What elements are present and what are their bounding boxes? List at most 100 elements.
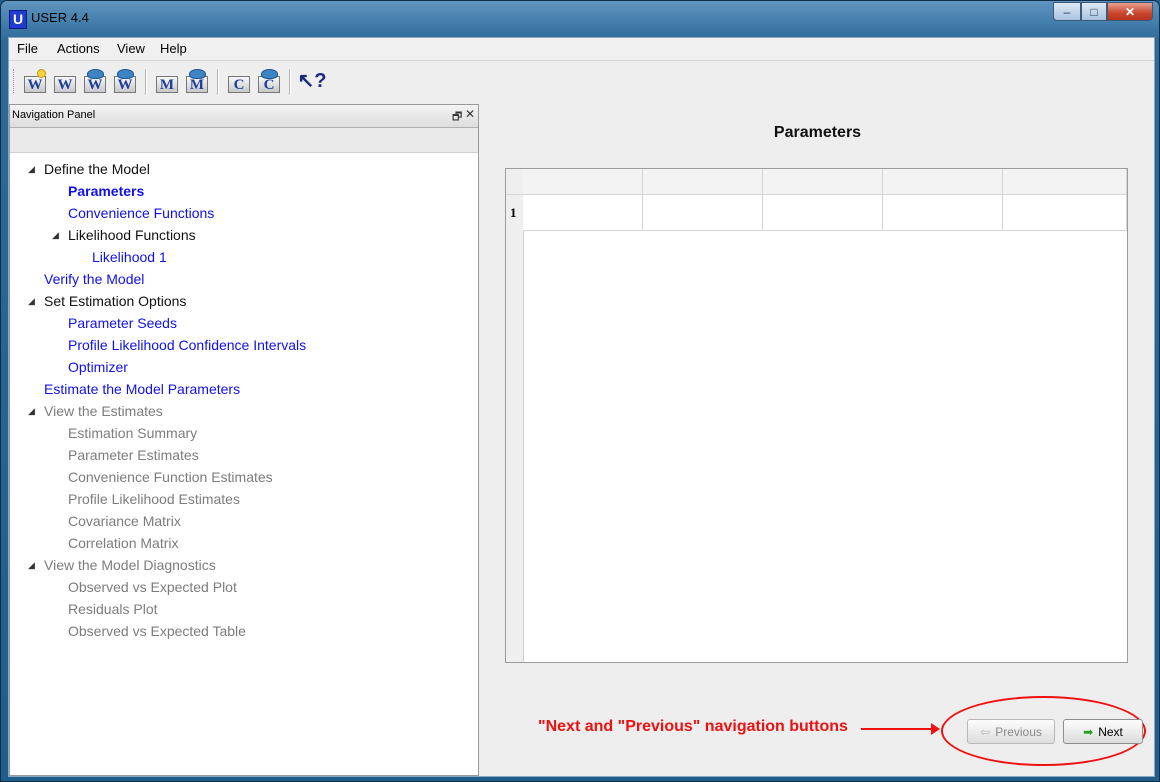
annotation-arrow-head-icon xyxy=(931,723,940,735)
tree-item-profile-likelihood-estimates: Profile Likelihood Estimates xyxy=(68,491,240,507)
previous-button-label: Previous xyxy=(995,724,1042,739)
wizard-letter: W xyxy=(54,76,76,93)
open-folder-icon xyxy=(87,69,104,79)
model-icon[interactable]: M xyxy=(155,69,179,93)
open-model-folder-icon xyxy=(189,69,206,79)
wizard-icon[interactable]: W xyxy=(53,69,77,93)
tree-item-label: Set Estimation Options xyxy=(44,293,187,309)
annotation-arrow-line xyxy=(861,728,937,730)
save-wizard-icon[interactable]: W xyxy=(113,69,137,93)
code-icon[interactable]: C xyxy=(227,69,251,93)
tree-item-view-model-diagnostics[interactable]: ◢ View the Model Diagnostics xyxy=(28,556,216,574)
expand-triangle-icon[interactable]: ◢ xyxy=(28,402,35,420)
navigation-panel-title: Navigation Panel xyxy=(12,109,96,121)
tree-item-label: View the Estimates xyxy=(44,403,163,419)
tree-item-optimizer[interactable]: Optimizer xyxy=(68,358,128,376)
tree-item-correlation-matrix: Correlation Matrix xyxy=(68,535,179,551)
new-wizard-letter: W xyxy=(24,76,46,93)
minimize-button[interactable]: – xyxy=(1053,2,1081,21)
tree-item-observed-vs-expected-table: Observed vs Expected Table xyxy=(68,623,246,639)
open-code-folder-icon xyxy=(261,69,278,79)
row-header-column xyxy=(506,169,524,662)
tree-item-label: Likelihood Functions xyxy=(68,227,196,243)
tree-item-profile-likelihood-ci[interactable]: Profile Likelihood Confidence Intervals xyxy=(68,336,306,354)
toolbar-separator xyxy=(145,69,147,95)
window-controls: – □ ✕ xyxy=(1053,2,1153,22)
left-arrow-icon: ⇦ xyxy=(980,724,991,739)
open-wizard-icon[interactable]: W xyxy=(83,69,107,93)
page-title: Parameters xyxy=(773,124,862,141)
tree-item-label: View the Model Diagnostics xyxy=(44,557,216,573)
tree-item-convenience-function-estimates: Convenience Function Estimates xyxy=(68,469,273,485)
tree-item-likelihood-1[interactable]: Likelihood 1 xyxy=(92,248,167,266)
tree-item-observed-vs-expected-plot: Observed vs Expected Plot xyxy=(68,579,237,595)
tree-item-verify-model[interactable]: Verify the Model xyxy=(44,270,144,288)
table-cell[interactable] xyxy=(763,195,883,231)
tree-item-define-model[interactable]: ◢ Define the Model xyxy=(28,160,150,178)
toolbar-separator xyxy=(289,69,291,95)
toolbar-separator xyxy=(217,69,219,95)
previous-button[interactable]: ⇦ Previous xyxy=(967,719,1055,744)
tree-item-parameter-seeds[interactable]: Parameter Seeds xyxy=(68,314,177,332)
window-title: USER 4.4 xyxy=(31,10,89,25)
tree-item-parameters[interactable]: Parameters xyxy=(68,182,144,200)
app-window: U USER 4.4 – □ ✕ File Actions View Help … xyxy=(0,0,1160,782)
client-area: File Actions View Help W W W W M M C C ↖… xyxy=(8,37,1155,777)
row-number: 1 xyxy=(510,205,517,220)
navigation-panel: Navigation Panel 🗗 ✕ ◢ Define the Model P… xyxy=(9,104,479,776)
app-icon: U xyxy=(9,10,27,29)
maximize-button[interactable]: □ xyxy=(1081,2,1107,21)
navigation-panel-strip xyxy=(10,128,478,153)
right-arrow-icon: ➡ xyxy=(1083,724,1094,739)
tree-item-label: Define the Model xyxy=(44,161,150,177)
expand-triangle-icon[interactable]: ◢ xyxy=(28,292,35,310)
tree-item-estimation-summary: Estimation Summary xyxy=(68,425,198,441)
close-button[interactable]: ✕ xyxy=(1107,2,1153,21)
table-cell[interactable] xyxy=(883,195,1003,231)
toolbar: W W W W M M C C ↖? xyxy=(9,61,1154,101)
expand-triangle-icon[interactable]: ◢ xyxy=(52,226,59,244)
toolbar-grip[interactable] xyxy=(13,69,17,93)
menu-help[interactable]: Help xyxy=(160,41,187,56)
column-header[interactable] xyxy=(1003,169,1127,194)
menu-bar: File Actions View Help xyxy=(9,38,1154,61)
column-header[interactable] xyxy=(643,169,763,194)
main-panel: Parameters 1 "Next and "Previous" naviga… xyxy=(481,104,1154,776)
open-code-icon[interactable]: C xyxy=(257,69,281,93)
next-button-label: Next xyxy=(1098,724,1123,739)
tree-item-parameter-estimates: Parameter Estimates xyxy=(68,447,199,463)
table-header-row xyxy=(506,169,1127,195)
tree-item-residuals-plot: Residuals Plot xyxy=(68,601,158,617)
next-button[interactable]: ➡ Next xyxy=(1063,719,1143,744)
table-cell[interactable] xyxy=(643,195,763,231)
menu-actions[interactable]: Actions xyxy=(57,41,100,56)
code-letter: C xyxy=(228,76,250,93)
menu-view[interactable]: View xyxy=(117,41,145,56)
new-star-icon xyxy=(37,69,46,78)
model-letter: M xyxy=(156,76,178,93)
navigation-panel-header: Navigation Panel 🗗 ✕ xyxy=(10,105,478,128)
new-wizard-icon[interactable]: W xyxy=(23,69,47,93)
annotation-text: "Next and "Previous" navigation buttons xyxy=(538,718,848,735)
column-header[interactable] xyxy=(763,169,883,194)
parameters-table[interactable]: 1 xyxy=(505,168,1128,663)
float-panel-icon[interactable]: 🗗 xyxy=(452,108,462,127)
menu-file[interactable]: File xyxy=(17,41,38,56)
table-cell[interactable] xyxy=(1003,195,1127,231)
column-header[interactable] xyxy=(883,169,1003,194)
tree-item-view-estimates[interactable]: ◢ View the Estimates xyxy=(28,402,163,420)
expand-triangle-icon[interactable]: ◢ xyxy=(28,160,35,178)
context-help-icon[interactable]: ↖? xyxy=(297,69,327,93)
table-cell[interactable] xyxy=(523,195,643,231)
expand-triangle-icon[interactable]: ◢ xyxy=(28,556,35,574)
column-header[interactable] xyxy=(523,169,643,194)
save-disk-icon xyxy=(117,69,134,79)
title-bar[interactable]: U USER 4.4 – □ ✕ xyxy=(1,1,1159,35)
tree-item-likelihood-functions[interactable]: ◢ Likelihood Functions xyxy=(52,226,196,244)
tree-item-estimate-parameters[interactable]: Estimate the Model Parameters xyxy=(44,380,240,398)
open-model-icon[interactable]: M xyxy=(185,69,209,93)
tree-item-set-estimation-options[interactable]: ◢ Set Estimation Options xyxy=(28,292,187,310)
tree-item-covariance-matrix: Covariance Matrix xyxy=(68,513,181,529)
close-panel-icon[interactable]: ✕ xyxy=(465,107,475,121)
tree-item-convenience-functions[interactable]: Convenience Functions xyxy=(68,204,214,222)
